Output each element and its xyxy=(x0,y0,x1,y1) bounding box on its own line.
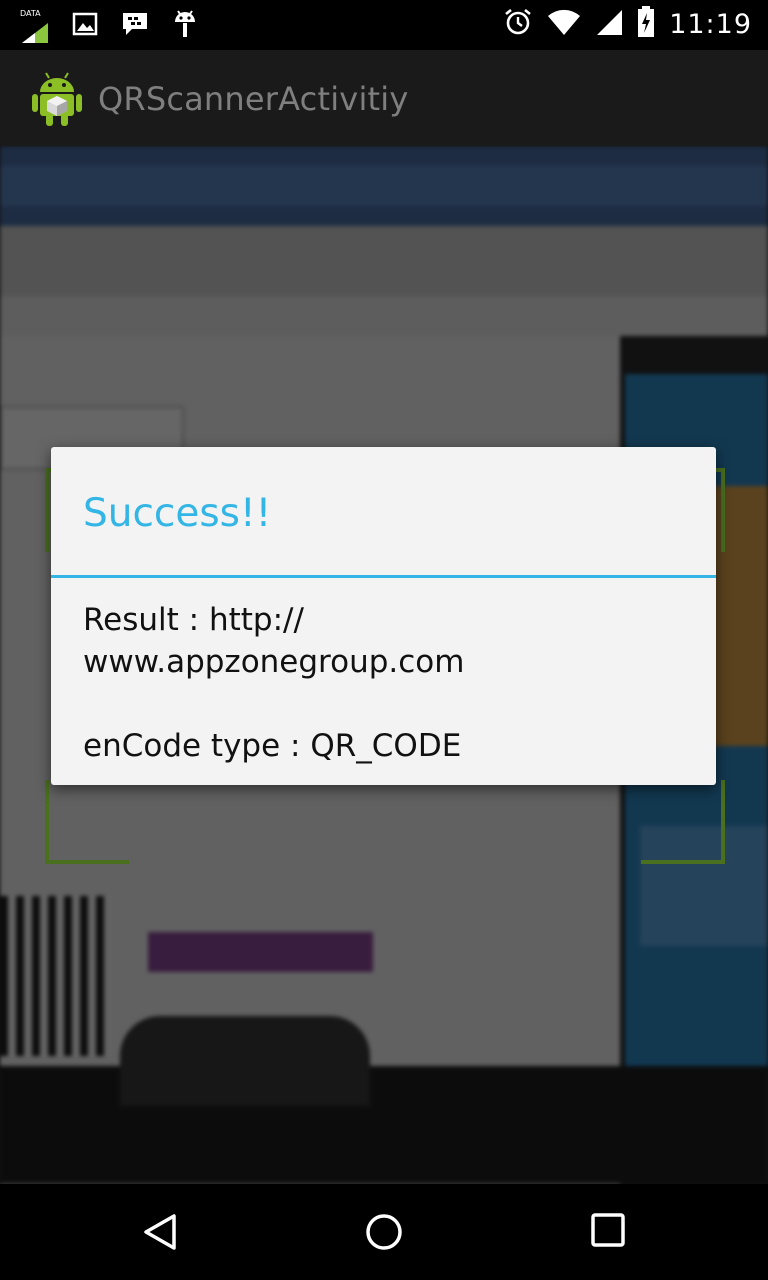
signal-icon xyxy=(595,8,623,40)
dialog-title: Success!! xyxy=(83,491,272,536)
result-dialog: Success!! Result : http:// www.appzonegr… xyxy=(51,447,716,785)
alarm-icon xyxy=(503,7,533,41)
action-bar: QRScannerActivitiy xyxy=(0,50,768,146)
clock-time: 11:19 xyxy=(669,8,752,40)
android-debug-icon xyxy=(172,8,198,44)
recents-icon[interactable] xyxy=(590,1212,626,1252)
wifi-icon xyxy=(547,8,581,40)
screen: DATA 11:19 QRScannerActivitiy Success!! … xyxy=(0,0,768,1280)
viewfinder-corner-bottom-right xyxy=(641,780,725,864)
battery-charging-icon xyxy=(637,6,655,42)
bbm-icon xyxy=(120,10,150,42)
mobile-data-icon: DATA xyxy=(20,9,50,43)
status-bar: DATA 11:19 xyxy=(0,0,768,50)
activity-title: QRScannerActivitiy xyxy=(98,80,409,118)
android-app-icon xyxy=(30,70,84,128)
image-notification-icon xyxy=(72,11,98,41)
back-icon[interactable] xyxy=(140,1212,180,1256)
dialog-divider xyxy=(51,575,716,578)
dialog-message: Result : http:// www.appzonegroup.com en… xyxy=(83,602,465,764)
home-icon[interactable] xyxy=(364,1212,404,1256)
viewfinder-corner-bottom-left xyxy=(45,780,129,864)
navigation-bar xyxy=(0,1184,768,1280)
